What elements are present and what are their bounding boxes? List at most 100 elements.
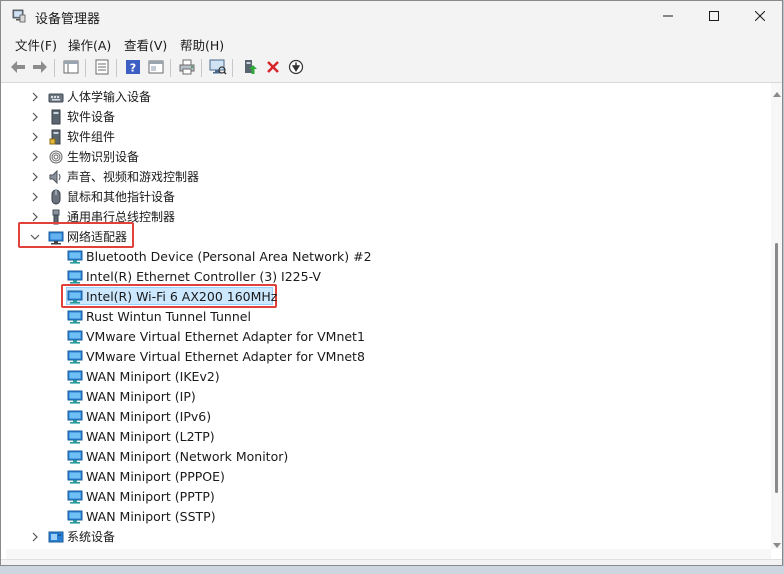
minimize-icon xyxy=(663,10,673,24)
network-adapter-icon xyxy=(67,329,83,345)
print-button[interactable] xyxy=(177,58,197,78)
maximize-icon xyxy=(709,10,719,24)
tree-category[interactable]: 人体学输入设备 xyxy=(32,87,151,107)
back-icon xyxy=(10,60,26,77)
network-adapter-icon xyxy=(67,309,83,325)
close-icon xyxy=(754,10,766,24)
tree-category[interactable]: 生物识别设备 xyxy=(32,147,139,167)
window-title: 设备管理器 xyxy=(35,12,101,27)
help-button[interactable]: ? xyxy=(123,58,143,78)
network-adapter-icon xyxy=(67,389,83,405)
chevron-down-icon[interactable] xyxy=(30,232,40,242)
network-adapter-device[interactable]: WAN Miniport (IKEv2) xyxy=(67,367,220,387)
close-button[interactable] xyxy=(737,1,782,32)
update-driver-icon xyxy=(242,59,258,78)
menu-file[interactable]: 文件(F) xyxy=(15,35,57,54)
chevron-right-icon[interactable] xyxy=(30,172,40,182)
tree-category-network-adapters[interactable]: 网络适配器 xyxy=(30,227,127,247)
device-label: VMware Virtual Ethernet Adapter for VMne… xyxy=(86,349,365,364)
network-adapter-icon xyxy=(67,469,83,485)
device-label: WAN Miniport (IP) xyxy=(86,389,196,404)
network-adapter-icon xyxy=(67,269,83,285)
uninstall-button[interactable] xyxy=(263,58,283,78)
device-label: WAN Miniport (SSTP) xyxy=(86,509,216,524)
tree-category[interactable]: 系统设备 xyxy=(32,527,115,547)
scroll-down-icon[interactable] xyxy=(773,538,781,548)
network-adapter-icon xyxy=(67,289,83,305)
network-adapter-device[interactable]: WAN Miniport (SSTP) xyxy=(67,507,216,527)
network-adapter-device[interactable]: WAN Miniport (Network Monitor) xyxy=(67,447,288,467)
background-desktop xyxy=(0,566,784,574)
network-adapter-icon xyxy=(67,369,83,385)
show-hide-tree-icon xyxy=(63,60,79,77)
view-button[interactable] xyxy=(146,58,166,78)
menu-view[interactable]: 查看(V) xyxy=(124,35,167,54)
device-label: Intel(R) Ethernet Controller (3) I225-V xyxy=(86,269,321,284)
tree-category[interactable]: 声音、视频和游戏控制器 xyxy=(32,167,199,187)
horizontal-scrollbar[interactable] xyxy=(6,549,771,559)
menu-action[interactable]: 操作(A) xyxy=(68,35,111,54)
network-adapter-device[interactable]: VMware Virtual Ethernet Adapter for VMne… xyxy=(67,347,365,367)
forward-button[interactable] xyxy=(30,58,50,78)
network-adapter-device[interactable]: WAN Miniport (PPTP) xyxy=(67,487,215,507)
back-button[interactable] xyxy=(8,58,28,78)
chevron-right-icon[interactable] xyxy=(30,92,40,102)
network-adapter-icon xyxy=(67,249,83,265)
toolbar: ? xyxy=(1,54,782,83)
tree-category-label: 系统设备 xyxy=(67,530,116,544)
show-hide-tree-button[interactable] xyxy=(61,58,81,78)
network-adapter-device[interactable]: Rust Wintun Tunnel Tunnel xyxy=(67,307,251,327)
scroll-up-icon[interactable] xyxy=(773,86,781,97)
disable-icon xyxy=(288,59,304,78)
chevron-right-icon[interactable] xyxy=(30,212,40,222)
mouse-icon xyxy=(48,189,64,205)
network-adapter-device[interactable]: WAN Miniport (IP) xyxy=(67,387,196,407)
tree-category[interactable]: 通用串行总线控制器 xyxy=(32,207,175,227)
network-adapter-device[interactable]: WAN Miniport (L2TP) xyxy=(67,427,215,447)
network-adapter-icon xyxy=(67,449,83,465)
forward-icon xyxy=(32,60,48,77)
usb-icon xyxy=(48,209,64,225)
tree-category[interactable]: 软件设备 xyxy=(32,107,115,127)
network-adapter-device[interactable]: WAN Miniport (PPPOE) xyxy=(67,467,225,487)
properties-icon xyxy=(95,59,109,78)
network-adapter-device[interactable]: WAN Miniport (IPv6) xyxy=(67,407,211,427)
device-label: WAN Miniport (PPPOE) xyxy=(86,469,225,484)
network-adapter-icon xyxy=(67,489,83,505)
maximize-button[interactable] xyxy=(691,1,737,32)
svg-text:?: ? xyxy=(130,61,136,74)
help-icon: ? xyxy=(125,59,141,78)
chevron-right-icon[interactable] xyxy=(30,192,40,202)
network-adapter-icon xyxy=(67,409,83,425)
network-adapter-device[interactable]: Intel(R) Ethernet Controller (3) I225-V xyxy=(67,267,321,287)
chevron-right-icon[interactable] xyxy=(30,132,40,142)
tree-category-label: 通用串行总线控制器 xyxy=(67,210,176,224)
network-adapter-device[interactable]: Bluetooth Device (Personal Area Network)… xyxy=(67,247,372,267)
tree-category-label: 软件设备 xyxy=(67,110,116,124)
device-manager-window: 设备管理器 文件(F) 操作(A) 查看(V) 帮助(H) ? 人体学输入设备 … xyxy=(0,0,783,566)
network-adapter-device[interactable]: Intel(R) Wi-Fi 6 AX200 160MHz xyxy=(67,287,277,307)
menu-help[interactable]: 帮助(H) xyxy=(180,35,224,54)
device-label: WAN Miniport (PPTP) xyxy=(86,489,215,504)
chevron-right-icon[interactable] xyxy=(30,152,40,162)
tree-category[interactable]: 鼠标和其他指针设备 xyxy=(32,187,175,207)
software-device-icon xyxy=(48,109,64,125)
network-adapter-icon xyxy=(67,509,83,525)
network-adapter-icon xyxy=(67,429,83,445)
tree-category-label: 声音、视频和游戏控制器 xyxy=(67,170,200,184)
status-bar xyxy=(1,559,782,565)
network-adapter-icon xyxy=(48,229,64,245)
uninstall-icon xyxy=(266,60,280,77)
minimize-button[interactable] xyxy=(645,1,691,32)
scan-hardware-button[interactable] xyxy=(208,58,228,78)
chevron-right-icon[interactable] xyxy=(30,532,40,542)
properties-button[interactable] xyxy=(92,58,112,78)
update-driver-button[interactable] xyxy=(240,58,260,78)
network-adapter-device[interactable]: VMware Virtual Ethernet Adapter for VMne… xyxy=(67,327,365,347)
tree-category[interactable]: 软件组件 xyxy=(32,127,115,147)
disable-button[interactable] xyxy=(286,58,306,78)
vertical-scrollbar[interactable] xyxy=(771,83,782,549)
device-label: WAN Miniport (IPv6) xyxy=(86,409,212,424)
chevron-right-icon[interactable] xyxy=(30,112,40,122)
scroll-thumb[interactable] xyxy=(775,243,778,493)
